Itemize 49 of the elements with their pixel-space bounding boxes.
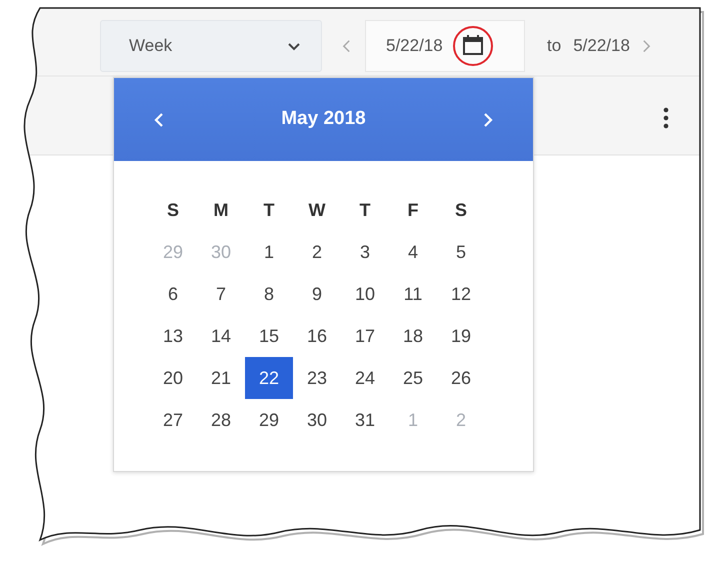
calendar-day[interactable]: 30	[293, 399, 341, 441]
previous-month-icon[interactable]	[154, 112, 164, 128]
calendar-day[interactable]: 9	[293, 273, 341, 315]
calendar-day[interactable]: 2	[293, 231, 341, 273]
next-month-icon[interactable]	[482, 112, 493, 128]
chevron-down-icon	[287, 42, 301, 50]
weekday-label: T	[262, 198, 276, 222]
calendar-day[interactable]: 12	[437, 273, 485, 315]
weekday-label: M	[212, 198, 230, 222]
weekday-label: S	[454, 198, 468, 222]
calendar-day[interactable]: 5	[437, 231, 485, 273]
calendar-day[interactable]: 26	[437, 357, 485, 399]
next-range-icon[interactable]	[642, 38, 651, 54]
calendar-day[interactable]: 31	[341, 399, 389, 441]
to-label: to	[547, 35, 562, 58]
calendar-day[interactable]: 7	[197, 273, 245, 315]
calendar-day[interactable]: 23	[293, 357, 341, 399]
calendar-day[interactable]: 13	[149, 315, 197, 357]
calendar-day[interactable]: 6	[149, 273, 197, 315]
calendar-day[interactable]: 4	[389, 231, 437, 273]
weekday-label: F	[406, 198, 420, 222]
weekday-label: W	[308, 198, 326, 222]
calendar-day[interactable]: 19	[437, 315, 485, 357]
calendar-day[interactable]: 1	[245, 231, 293, 273]
calendar-day[interactable]: 17	[341, 315, 389, 357]
month-title: May 2018	[281, 107, 366, 132]
calendar-day[interactable]: 16	[293, 315, 341, 357]
calendar-day[interactable]: 10	[341, 273, 389, 315]
calendar-day[interactable]: 20	[149, 357, 197, 399]
calendar-day[interactable]: 22	[245, 357, 293, 399]
weekday-label: S	[166, 198, 180, 222]
calendar-day[interactable]: 28	[197, 399, 245, 441]
calendar-day[interactable]: 27	[149, 399, 197, 441]
weekday-label: T	[358, 198, 372, 222]
calendar-day[interactable]: 14	[197, 315, 245, 357]
calendar-day[interactable]: 3	[341, 231, 389, 273]
calendar-day[interactable]: 24	[341, 357, 389, 399]
highlighted-calendar-icon[interactable]	[450, 24, 495, 68]
calendar-day[interactable]: 25	[389, 357, 437, 399]
end-date-text: 5/22/18	[573, 35, 630, 58]
range-select[interactable]: Week	[100, 20, 322, 72]
calendar-day[interactable]: 29	[245, 399, 293, 441]
calendar-day[interactable]: 8	[245, 273, 293, 315]
calendar-day[interactable]: 18	[389, 315, 437, 357]
previous-range-icon[interactable]	[342, 38, 351, 54]
calendar-day[interactable]: 21	[197, 357, 245, 399]
start-date-field[interactable]: 5/22/18	[365, 20, 525, 72]
calendar-day[interactable]: 11	[389, 273, 437, 315]
calendar-day[interactable]: 15	[245, 315, 293, 357]
